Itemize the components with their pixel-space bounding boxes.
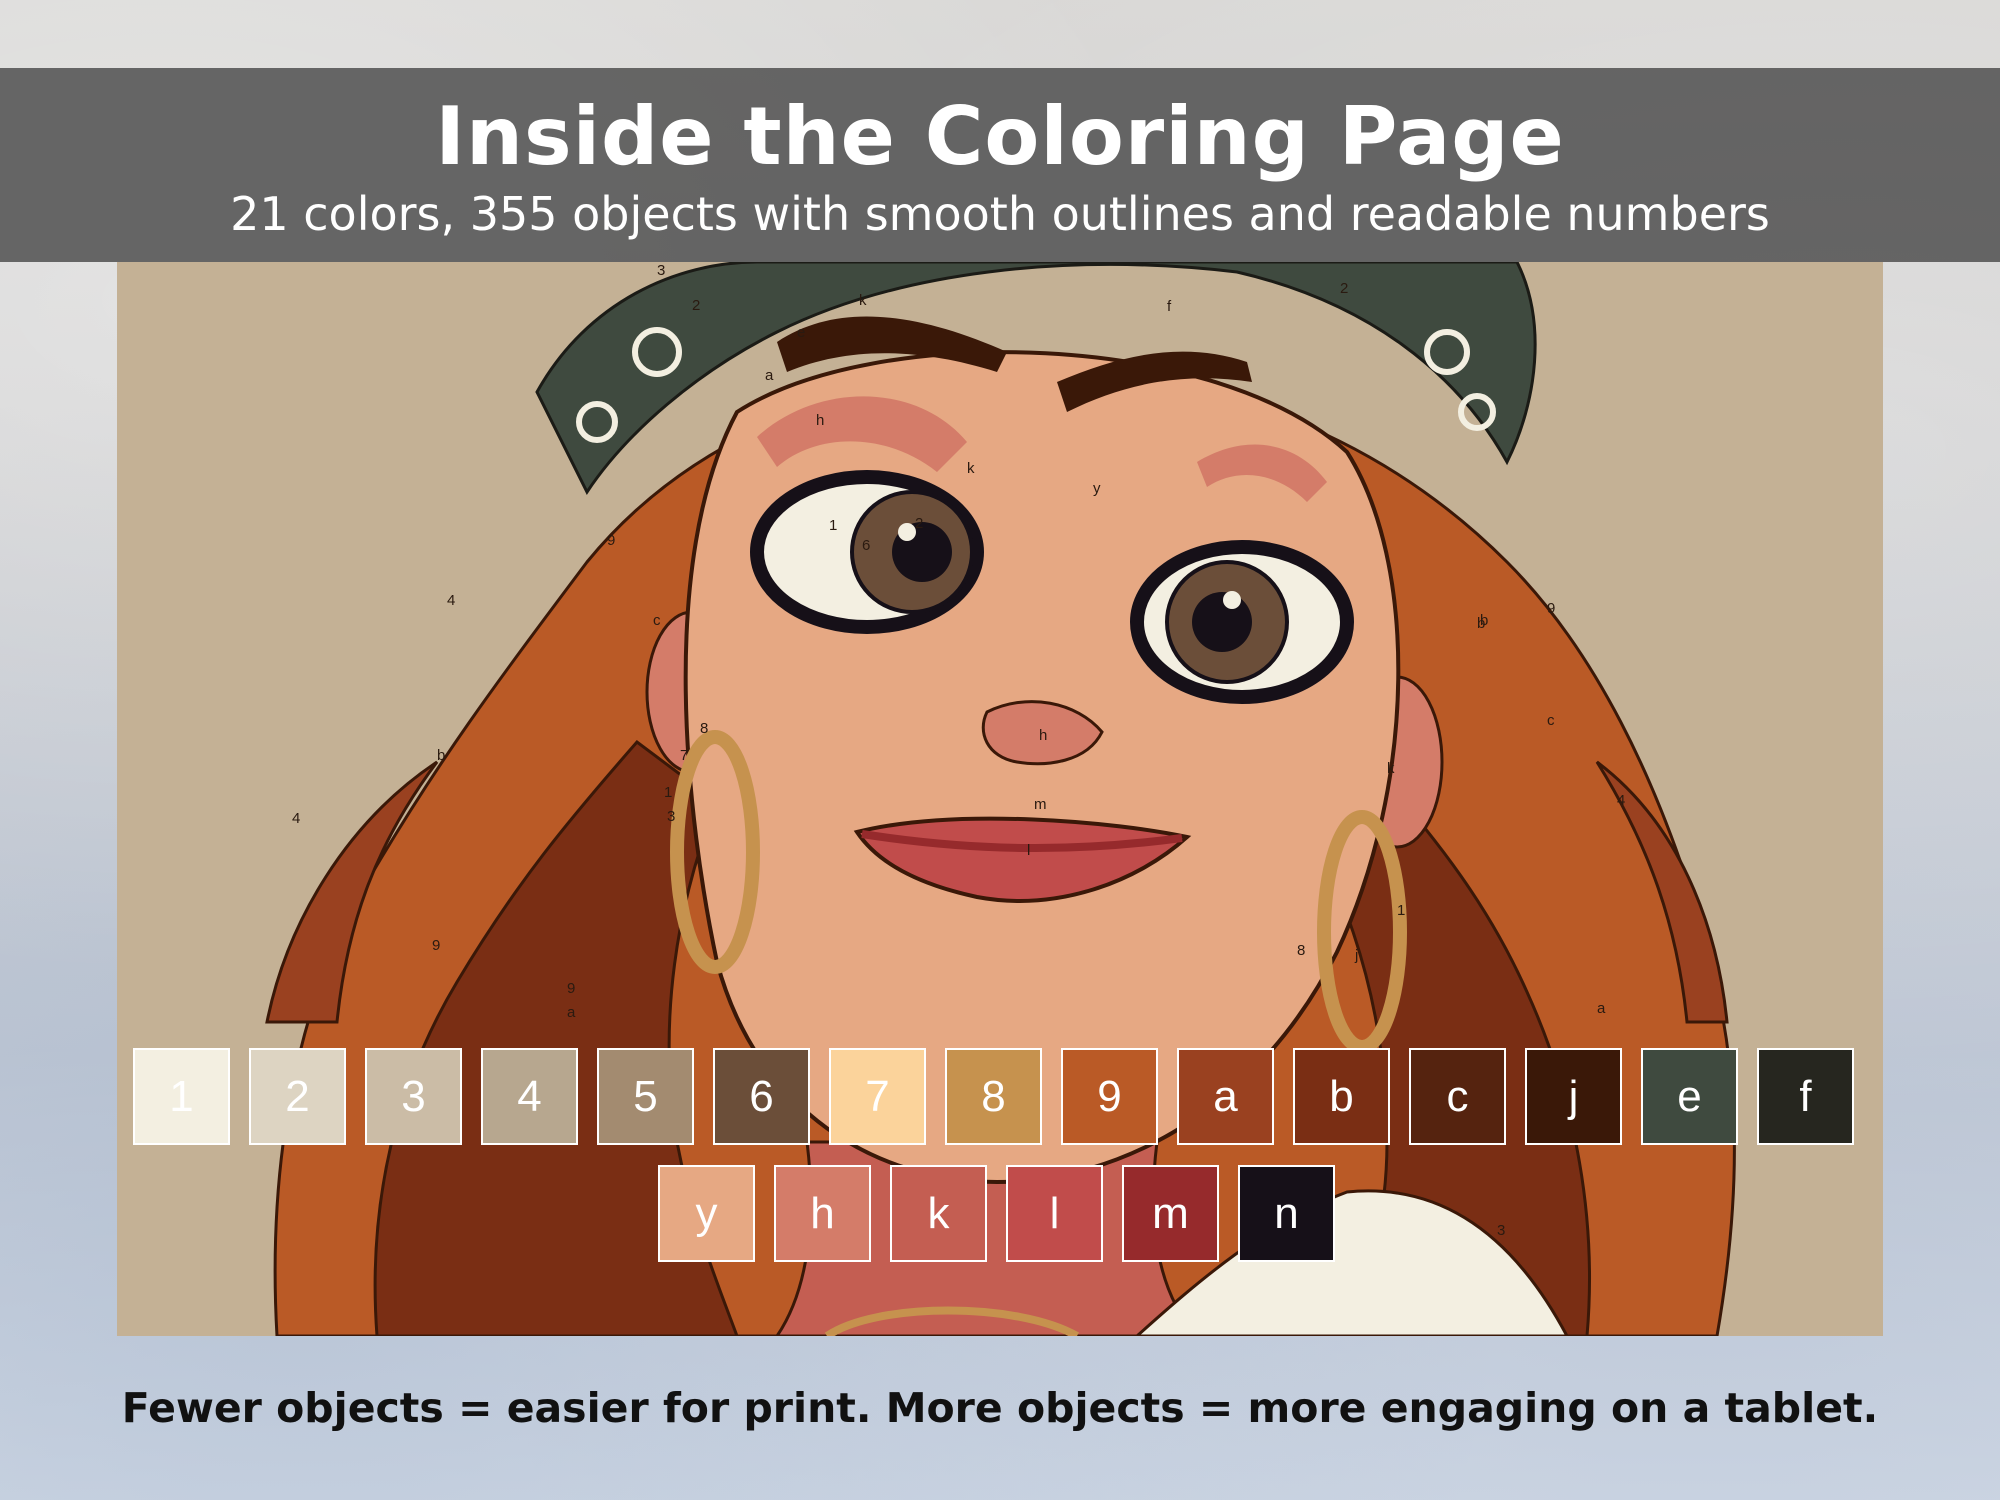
color-swatch-b[interactable]: b bbox=[1293, 1048, 1390, 1145]
color-swatch-2[interactable]: 2 bbox=[249, 1048, 346, 1145]
region-number: a bbox=[567, 1004, 576, 1021]
region-number: 3 bbox=[657, 262, 666, 279]
color-palette-row-1: 123456789abcjef bbox=[133, 1048, 1854, 1145]
color-swatch-f[interactable]: f bbox=[1757, 1048, 1854, 1145]
footer-note: Fewer objects = easier for print. More o… bbox=[121, 1384, 1879, 1432]
region-number: j bbox=[1355, 947, 1359, 964]
region-number: b bbox=[1480, 612, 1489, 629]
eye-left-highlight bbox=[898, 523, 916, 541]
region-number: k bbox=[859, 292, 867, 309]
color-swatch-k[interactable]: k bbox=[890, 1165, 987, 1262]
region-number: h bbox=[1039, 727, 1048, 744]
region-number: 4 bbox=[292, 810, 301, 827]
color-swatch-9[interactable]: 9 bbox=[1061, 1048, 1158, 1145]
region-number: 9 bbox=[432, 937, 441, 954]
color-swatch-j[interactable]: j bbox=[1525, 1048, 1622, 1145]
region-number: 7 bbox=[680, 747, 689, 764]
region-number: 9 bbox=[1547, 600, 1556, 617]
color-swatch-7[interactable]: 7 bbox=[829, 1048, 926, 1145]
region-number: c bbox=[653, 612, 661, 629]
region-number: 2 bbox=[915, 515, 924, 532]
region-number: 2 bbox=[1340, 280, 1349, 297]
region-number: m bbox=[1034, 796, 1047, 813]
region-number: b bbox=[437, 747, 446, 764]
region-number: a bbox=[765, 367, 774, 384]
region-number: 1 bbox=[664, 784, 673, 801]
color-swatch-4[interactable]: 4 bbox=[481, 1048, 578, 1145]
color-swatch-e[interactable]: e bbox=[1641, 1048, 1738, 1145]
region-number: 1 bbox=[829, 517, 838, 534]
region-number: 8 bbox=[1297, 942, 1306, 959]
header-banner: Inside the Coloring Page 21 colors, 355 … bbox=[0, 68, 2000, 262]
color-palette-row-2: yhklmn bbox=[658, 1165, 1335, 1262]
region-number: 3 bbox=[1497, 1222, 1506, 1239]
region-number: a bbox=[1597, 1000, 1606, 1017]
region-number: 9 bbox=[567, 980, 576, 997]
color-swatch-c[interactable]: c bbox=[1409, 1048, 1506, 1145]
color-swatch-y[interactable]: y bbox=[658, 1165, 755, 1262]
color-swatch-h[interactable]: h bbox=[774, 1165, 871, 1262]
region-number: l bbox=[1027, 842, 1031, 859]
page-title: Inside the Coloring Page bbox=[435, 90, 1565, 183]
color-swatch-3[interactable]: 3 bbox=[365, 1048, 462, 1145]
region-number: 4 bbox=[447, 592, 456, 609]
eye-right-highlight bbox=[1223, 591, 1241, 609]
region-number: e bbox=[797, 324, 806, 341]
color-swatch-l[interactable]: l bbox=[1006, 1165, 1103, 1262]
color-swatch-6[interactable]: 6 bbox=[713, 1048, 810, 1145]
region-number: 9 bbox=[607, 532, 616, 549]
region-number: h bbox=[816, 412, 825, 429]
color-swatch-n[interactable]: n bbox=[1238, 1165, 1335, 1262]
region-number: 3 bbox=[667, 808, 676, 825]
region-number: k bbox=[1387, 760, 1395, 777]
region-number: y bbox=[1093, 480, 1101, 497]
color-swatch-8[interactable]: 8 bbox=[945, 1048, 1042, 1145]
color-swatch-a[interactable]: a bbox=[1177, 1048, 1274, 1145]
region-number: 2 bbox=[692, 297, 701, 314]
region-number: 6 bbox=[862, 537, 871, 554]
color-swatch-1[interactable]: 1 bbox=[133, 1048, 230, 1145]
region-number: 1 bbox=[1397, 902, 1406, 919]
region-number: k bbox=[967, 460, 975, 477]
color-swatch-m[interactable]: m bbox=[1122, 1165, 1219, 1262]
eye-right-pupil bbox=[1192, 592, 1252, 652]
color-swatch-5[interactable]: 5 bbox=[597, 1048, 694, 1145]
region-number: 4 bbox=[1617, 792, 1626, 809]
region-number: 8 bbox=[700, 720, 709, 737]
region-number: c bbox=[1547, 712, 1555, 729]
region-number: f bbox=[1167, 298, 1172, 315]
page-subtitle: 21 colors, 355 objects with smooth outli… bbox=[230, 187, 1770, 241]
